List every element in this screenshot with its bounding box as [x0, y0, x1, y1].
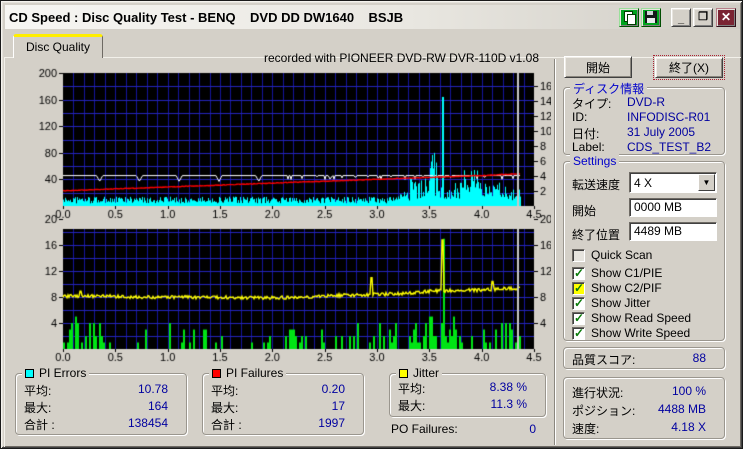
checkbox-quick-scan[interactable]: Quick Scan	[572, 248, 652, 262]
checkbox-icon[interactable]	[572, 296, 585, 310]
speed-row: 速度: 4.18 X	[572, 420, 706, 436]
end-pos-label: 終了位置	[572, 228, 621, 242]
pi-failures-title: PI Failures	[209, 366, 287, 380]
jitter-max-row: 最大: 11.3 %	[398, 397, 527, 413]
app-window: CD Speed : Disc Quality Test - BENQ DVD …	[0, 0, 743, 449]
checkbox-show-c2-pif[interactable]: Show C2/PIF	[572, 281, 662, 295]
settings-group: Settings 転送速度 4 X ▼ 開始 0000 MB 終了位置 4489…	[563, 154, 725, 341]
progress-group: 進行状況: 100 % ポジション: 4488 MB 速度: 4.18 X	[563, 377, 725, 439]
disc-id-row: ID: INFODISC-R01	[572, 110, 711, 124]
checkbox-show-read-speed[interactable]: Show Read Speed	[572, 311, 691, 325]
quality-score-row: 品質スコア: 88	[572, 351, 706, 368]
quality-charts	[29, 61, 551, 367]
close-icon[interactable]: ✕	[716, 7, 736, 27]
pie-total-row: 合計 :138454	[24, 416, 168, 432]
pi-failures-legend-icon	[212, 369, 221, 378]
checkbox-icon[interactable]	[572, 311, 585, 325]
start-pos-label: 開始	[572, 204, 597, 218]
checkbox-icon[interactable]	[572, 248, 585, 262]
pie-avg-row: 平均: 10.78	[24, 382, 168, 398]
copy-icon[interactable]	[619, 7, 639, 27]
checkbox-show-jitter[interactable]: Show Jitter	[572, 296, 650, 310]
position-row: ポジション: 4488 MB	[572, 402, 706, 418]
titlebar: CD Speed : Disc Quality Test - BENQ DVD …	[5, 5, 740, 29]
checkbox-show-write-speed[interactable]: Show Write Speed	[572, 326, 690, 340]
quality-score-label: 品質スコア:	[572, 353, 636, 367]
po-failures-value: 0	[529, 422, 536, 436]
checkbox-show-c1-pie[interactable]: Show C1/PIE	[572, 266, 662, 280]
pif-avg-row: 平均: 0.20	[211, 382, 345, 398]
pif-max-row: 最大: 17	[211, 399, 345, 415]
end-pos-field[interactable]: 4489 MB	[629, 222, 717, 241]
restore-icon[interactable]: ❐	[693, 7, 713, 27]
pi-errors-legend-icon	[25, 369, 34, 378]
start-button[interactable]: 開始	[564, 56, 632, 78]
start-pos-field[interactable]: 0000 MB	[629, 198, 717, 217]
exit-button[interactable]: 終了(X)	[655, 57, 723, 78]
pie-max-row: 最大: 164	[24, 399, 168, 415]
checkbox-icon[interactable]	[572, 281, 585, 295]
exit-button-focus-ring: 終了(X)	[653, 55, 725, 80]
checkbox-icon[interactable]	[572, 266, 585, 280]
progress-row: 進行状況: 100 %	[572, 384, 706, 400]
po-failures-label: PO Failures:	[391, 422, 458, 436]
jitter-avg-row: 平均: 8.38 %	[398, 380, 527, 396]
checkbox-icon[interactable]	[572, 326, 585, 340]
jitter-legend-icon	[399, 369, 408, 378]
disc-label-row: Label: CDS_TEST_B2	[572, 140, 712, 154]
pi-failures-stats-group: PI Failures 平均: 0.20 最大: 17 合計 :1997	[202, 366, 364, 435]
jitter-title: Jitter	[396, 366, 443, 380]
settings-title: Settings	[570, 154, 620, 168]
speed-select[interactable]: 4 X ▼	[629, 172, 717, 193]
tab-disc-quality[interactable]: Disc Quality	[13, 34, 104, 58]
po-failures-row: PO Failures: 0	[391, 422, 536, 436]
panel-divider	[554, 59, 556, 445]
disc-info-group: ディスク情報 タイプ: DVD-R ID: INFODISC-R01 日付: 31 J…	[563, 80, 725, 155]
save-icon[interactable]	[641, 7, 661, 27]
quality-score-value: 88	[692, 351, 706, 365]
speed-value: 4 X	[634, 175, 653, 190]
window-title: CD Speed : Disc Quality Test - BENQ DVD …	[9, 9, 404, 25]
minimize-icon[interactable]: _	[671, 7, 691, 27]
chevron-down-icon[interactable]: ▼	[698, 174, 715, 191]
pi-errors-title: PI Errors	[22, 366, 90, 380]
pi-errors-stats-group: PI Errors 平均: 10.78 最大: 164 合計 :138454	[15, 366, 187, 435]
speed-label: 転送速度	[572, 178, 621, 192]
jitter-stats-group: Jitter 平均: 8.38 % 最大: 11.3 %	[389, 366, 546, 417]
quality-score-group: 品質スコア: 88	[563, 347, 725, 369]
pif-total-row: 合計 :1997	[211, 416, 345, 432]
